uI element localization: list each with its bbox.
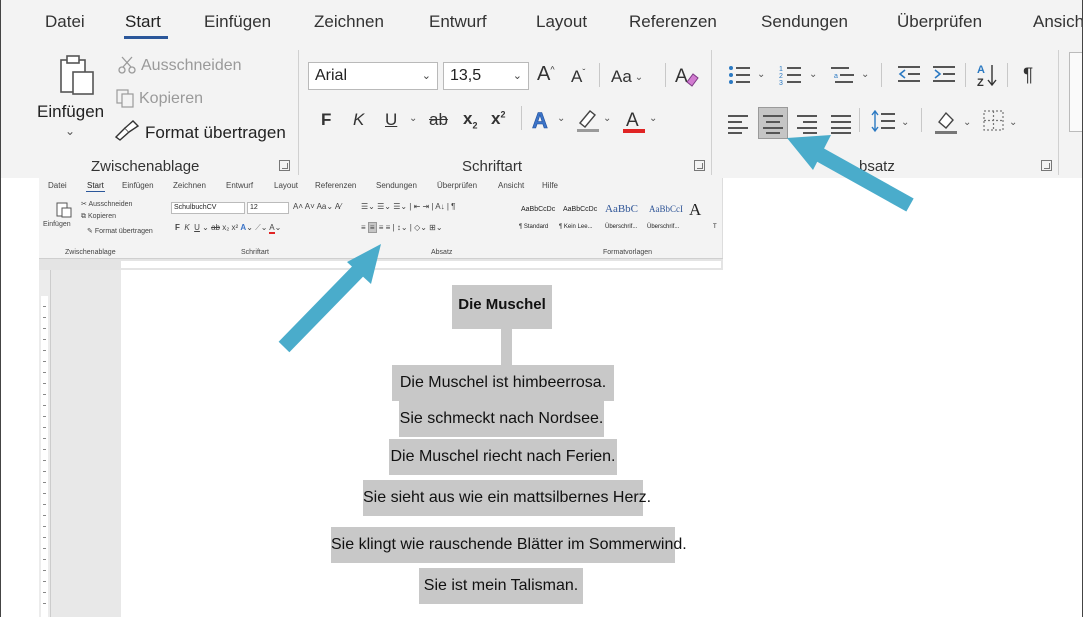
annotation-arrows (278, 135, 914, 353)
arrow-to-center-align-small (278, 244, 381, 353)
screenshot-frame: Datei Start Einfügen Zeichnen Entwurf La… (0, 0, 1083, 617)
arrow-to-center-align-large (787, 135, 914, 212)
